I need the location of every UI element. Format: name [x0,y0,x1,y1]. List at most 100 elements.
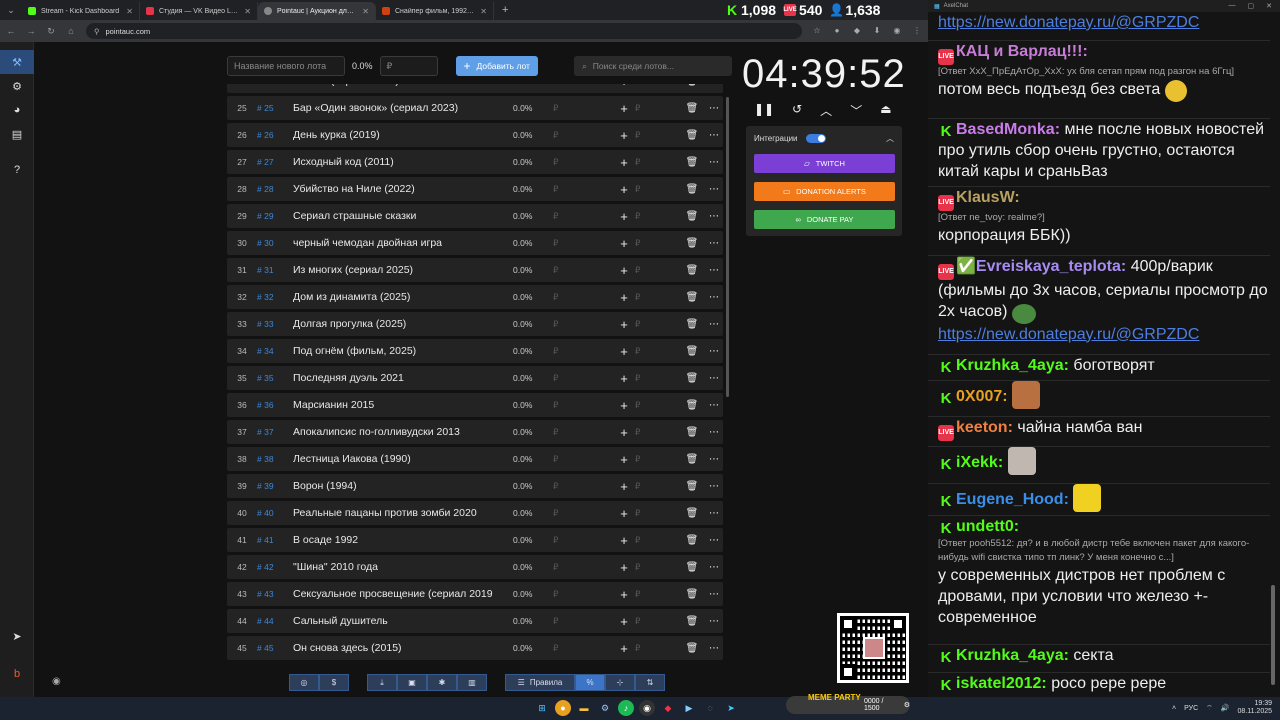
settings-icon[interactable]: ⚙ [0,74,34,98]
add-amount-icon[interactable]: + [613,425,635,440]
delete-icon[interactable]: 🗑 [679,130,705,141]
lot-add-input[interactable]: ₽ [635,562,679,573]
more-icon[interactable]: ⋯ [705,184,723,195]
chat-nickname[interactable]: keeton: [956,419,1013,436]
chevron-down-icon[interactable]: ﹀ [850,102,862,119]
lot-add-input[interactable]: ₽ [635,616,679,627]
more-icon[interactable]: ⋯ [705,427,723,438]
more-icon[interactable]: ⋯ [705,238,723,249]
lot-add-input[interactable]: ₽ [635,643,679,654]
new-lot-amount-input[interactable]: ₽ [379,56,438,76]
more-icon[interactable]: ⋯ [705,616,723,627]
split-icon[interactable]: ⊹ [605,674,635,691]
download-icon[interactable]: ⬇ [872,26,882,36]
more-icon[interactable]: ⋯ [705,373,723,384]
add-amount-icon[interactable]: + [613,452,635,467]
lot-row[interactable]: 41 # 41 В осаде 1992 0.0% ₽ + ₽ 🗑 ⋯ [227,528,723,552]
chevron-up-icon[interactable]: ︿ [820,102,832,119]
sort-icon[interactable]: ⇅ [635,674,665,691]
lot-row[interactable]: 37 # 37 Апокалипсис по-голливудски 2013 0.0… [227,420,723,444]
more-icon[interactable]: ⋯ [705,84,723,87]
lot-row[interactable]: 29 # 29 Сериал страшные сказки 0.0% ₽ + ₽ 🗑 ⋯ [227,204,723,228]
add-amount-icon[interactable]: + [613,533,635,548]
more-icon[interactable]: ⋯ [705,265,723,276]
donate-icon[interactable]: $ [319,674,349,691]
delete-icon[interactable]: 🗑 [679,84,705,87]
lot-id[interactable]: # 28 [257,184,293,194]
more-icon[interactable]: ⋯ [705,481,723,492]
lot-name[interactable]: Камоэк (сериал 2025) [293,84,513,87]
add-amount-icon[interactable]: + [613,614,635,629]
lot-row[interactable]: 44 # 44 Сальный душитель 0.0% ₽ + ₽ 🗑 ⋯ [227,609,723,633]
chrome-icon[interactable]: ● [555,700,571,716]
lot-id[interactable]: # 27 [257,157,293,167]
lot-row[interactable]: 39 # 39 Ворон (1994) 0.0% ₽ + ₽ 🗑 ⋯ [227,474,723,498]
lot-name[interactable]: Лестница Иакова (1990) [293,453,513,465]
new-tab-icon[interactable]: + [494,4,516,16]
chat-nickname[interactable]: iskatel2012: [956,675,1047,692]
lot-search-input[interactable]: ⌕ Поиск среди лотов... [574,56,732,76]
app-icon[interactable]: ◆ [660,700,676,716]
new-lot-name-input[interactable]: Название нового лота [227,56,345,76]
integrations-toggle[interactable] [805,133,826,143]
more-icon[interactable]: ⋯ [705,319,723,330]
lot-name[interactable]: День курка (2019) [293,129,513,141]
lot-id[interactable]: # 43 [257,589,293,599]
add-amount-icon[interactable]: + [613,398,635,413]
add-amount-icon[interactable]: + [613,317,635,332]
lot-add-input[interactable]: ₽ [635,130,679,141]
delete-icon[interactable]: 🗑 [679,454,705,465]
lot-name[interactable]: Сальный душитель [293,615,513,627]
lot-name[interactable]: Из многих (сериал 2025) [293,264,513,276]
settings-icon[interactable]: ⚙ [904,701,910,709]
lot-name[interactable]: Последняя дуэль 2021 [293,372,513,384]
delete-icon[interactable]: 🗑 [679,211,705,222]
site-info-icon[interactable]: ⚲ [94,27,100,36]
telegram-icon[interactable]: ➤ [723,700,739,716]
chat-nickname[interactable]: undett0: [956,518,1019,535]
explorer-icon[interactable]: ▬ [576,700,592,716]
delete-icon[interactable]: 🗑 [679,265,705,276]
lot-id[interactable]: # 38 [257,454,293,464]
lot-add-input[interactable]: ₽ [635,373,679,384]
menu-icon[interactable]: ⋮ [912,26,922,36]
media-icon[interactable]: ▶ [681,700,697,716]
clear-icon[interactable]: ▥ [457,674,487,691]
donation-alerts-button[interactable]: ▭ DONATION ALERTS [754,182,895,201]
add-amount-icon[interactable]: + [613,209,635,224]
windows-start-icon[interactable]: ⊞ [534,700,550,716]
more-icon[interactable]: ⋯ [705,454,723,465]
lot-row[interactable]: 32 # 32 Дом из динамита (2025) 0.0% ₽ + ₽ 🗑 ⋯ [227,285,723,309]
discord-icon[interactable]: ◌ [702,700,718,716]
lot-row[interactable]: 38 # 38 Лестница Иакова (1990) 0.0% ₽ + ₽ 🗑 ⋯ [227,447,723,471]
close-icon[interactable]: ✕ [244,7,251,16]
close-icon[interactable]: ✕ [480,7,487,16]
lot-add-input[interactable]: ₽ [635,535,679,546]
lot-name[interactable]: Долгая прогулка (2025) [293,318,513,330]
clock[interactable]: 19:39 08.11.2025 [1237,700,1272,716]
telegram-icon[interactable]: ➤ [0,624,34,648]
lot-id[interactable]: # 24 [257,84,293,86]
chat-nickname[interactable]: KlausW: [956,189,1020,206]
tab-pointauc[interactable]: Pointauc | Аукцион для стримов ✕ [258,2,376,20]
chat-nickname[interactable]: iXekk: [956,454,1003,471]
more-icon[interactable]: ⋯ [705,589,723,600]
add-amount-icon[interactable]: + [613,128,635,143]
tab-vk-studio[interactable]: Студия — VK Видео Live ✕ [140,2,258,20]
percent-toggle-icon[interactable]: % [575,674,605,691]
rules-button[interactable]: ☰ Правила [505,674,575,691]
lot-name[interactable]: Апокалипсис по-голливудски 2013 [293,426,513,438]
chat-link[interactable]: https://new.donatepay.ru/@GRPZDC [938,14,1199,31]
lot-add-input[interactable]: ₽ [635,84,679,87]
more-icon[interactable]: ⋯ [705,562,723,573]
delete-icon[interactable]: 🗑 [679,427,705,438]
lot-name[interactable]: Под огнём (фильм, 2025) [293,345,513,357]
delete-icon[interactable]: 🗑 [679,535,705,546]
minimize-icon[interactable]: — [1229,2,1236,10]
close-icon[interactable]: ✕ [362,7,369,16]
delete-icon[interactable]: 🗑 [679,346,705,357]
lot-name[interactable]: Сексуальное просвещение (сериал 2019 [293,588,513,600]
more-icon[interactable]: ⋯ [705,211,723,222]
tray-chevron-icon[interactable]: ˄ [1172,705,1176,712]
delete-icon[interactable]: 🗑 [679,400,705,411]
